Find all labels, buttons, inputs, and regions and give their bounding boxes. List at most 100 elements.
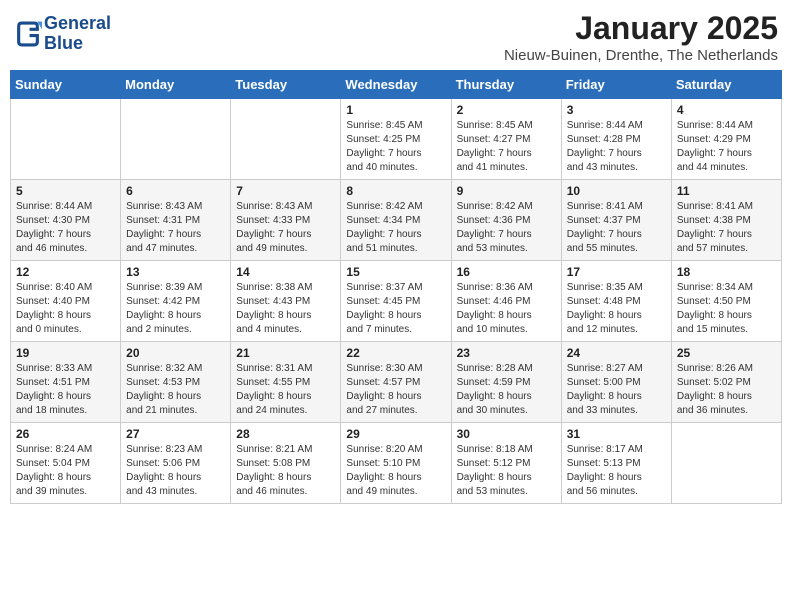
day-number: 31 xyxy=(567,427,666,441)
calendar-cell: 2Sunrise: 8:45 AM Sunset: 4:27 PM Daylig… xyxy=(451,99,561,180)
calendar-cell: 9 Sunrise: 8:42 AM Sunset: 4:36 PM Daylig… xyxy=(451,180,561,261)
calendar-week-row: 5 Sunrise: 8:44 AM Sunset: 4:30 PM Daylig… xyxy=(11,180,782,261)
day-number: 14 xyxy=(236,265,335,279)
day-number: 9 xyxy=(457,184,556,198)
calendar-cell: 31 Sunrise: 8:17 AM Sunset: 5:13 PM Dayli… xyxy=(561,423,671,504)
day-number: 30 xyxy=(457,427,556,441)
calendar-title: January 2025 xyxy=(504,10,778,47)
day-info: Sunrise: 8:20 AM Sunset: 5:10 PM Dayligh… xyxy=(346,443,445,499)
day-info: Sunrise: 8:44 AM Sunset: 4:29 PM Dayligh… xyxy=(677,119,776,175)
calendar-cell: 8 Sunrise: 8:42 AM Sunset: 4:34 PM Daylig… xyxy=(341,180,451,261)
day-number: 3 xyxy=(567,103,666,117)
day-number: 21 xyxy=(236,346,335,360)
calendar-cell: 14Sunrise: 8:38 AM Sunset: 4:43 PM Dayli… xyxy=(231,261,341,342)
day-number: 5 xyxy=(16,184,115,198)
day-info: Sunrise: 8:30 AM Sunset: 4:57 PM Dayligh… xyxy=(346,362,445,418)
day-info: Sunrise: 8:42 AM Sunset: 4:36 PM Dayligh… xyxy=(457,200,556,256)
calendar-cell: 11Sunrise: 8:41 AM Sunset: 4:38 PM Dayli… xyxy=(671,180,781,261)
day-info: Sunrise: 8:44 AM Sunset: 4:30 PM Dayligh… xyxy=(16,200,115,256)
day-number: 28 xyxy=(236,427,335,441)
day-info: Sunrise: 8:40 AM Sunset: 4:40 PM Dayligh… xyxy=(16,281,115,337)
calendar-cell: 4 Sunrise: 8:44 AM Sunset: 4:29 PM Daylig… xyxy=(671,99,781,180)
calendar-cell: 26 Sunrise: 8:24 AM Sunset: 5:04 PM Dayli… xyxy=(11,423,121,504)
day-number: 4 xyxy=(677,103,776,117)
day-info: Sunrise: 8:32 AM Sunset: 4:53 PM Dayligh… xyxy=(126,362,225,418)
calendar-cell: 16 Sunrise: 8:36 AM Sunset: 4:46 PM Dayli… xyxy=(451,261,561,342)
weekday-header-monday: Monday xyxy=(121,71,231,99)
day-number: 15 xyxy=(346,265,445,279)
day-number: 24 xyxy=(567,346,666,360)
calendar-cell xyxy=(11,99,121,180)
day-number: 13 xyxy=(126,265,225,279)
weekday-header-saturday: Saturday xyxy=(671,71,781,99)
calendar-cell: 15Sunrise: 8:37 AM Sunset: 4:45 PM Dayli… xyxy=(341,261,451,342)
day-number: 25 xyxy=(677,346,776,360)
calendar-cell: 13 Sunrise: 8:39 AM Sunset: 4:42 PM Dayli… xyxy=(121,261,231,342)
day-info: Sunrise: 8:39 AM Sunset: 4:42 PM Dayligh… xyxy=(126,281,225,337)
calendar-week-row: 26 Sunrise: 8:24 AM Sunset: 5:04 PM Dayli… xyxy=(11,423,782,504)
calendar-week-row: 12 Sunrise: 8:40 AM Sunset: 4:40 PM Dayli… xyxy=(11,261,782,342)
day-info: Sunrise: 8:41 AM Sunset: 4:38 PM Dayligh… xyxy=(677,200,776,256)
calendar-table: SundayMondayTuesdayWednesdayThursdayFrid… xyxy=(10,70,782,504)
day-number: 29 xyxy=(346,427,445,441)
calendar-cell: 28 Sunrise: 8:21 AM Sunset: 5:08 PM Dayli… xyxy=(231,423,341,504)
day-number: 26 xyxy=(16,427,115,441)
calendar-cell: 17Sunrise: 8:35 AM Sunset: 4:48 PM Dayli… xyxy=(561,261,671,342)
weekday-header-thursday: Thursday xyxy=(451,71,561,99)
logo-icon xyxy=(14,20,42,48)
day-number: 27 xyxy=(126,427,225,441)
day-info: Sunrise: 8:18 AM Sunset: 5:12 PM Dayligh… xyxy=(457,443,556,499)
calendar-cell: 29 Sunrise: 8:20 AM Sunset: 5:10 PM Dayli… xyxy=(341,423,451,504)
day-info: Sunrise: 8:21 AM Sunset: 5:08 PM Dayligh… xyxy=(236,443,335,499)
calendar-cell: 12 Sunrise: 8:40 AM Sunset: 4:40 PM Dayli… xyxy=(11,261,121,342)
calendar-cell: 5 Sunrise: 8:44 AM Sunset: 4:30 PM Daylig… xyxy=(11,180,121,261)
day-number: 6 xyxy=(126,184,225,198)
day-info: Sunrise: 8:24 AM Sunset: 5:04 PM Dayligh… xyxy=(16,443,115,499)
calendar-cell: 25Sunrise: 8:26 AM Sunset: 5:02 PM Dayli… xyxy=(671,342,781,423)
title-block: January 2025 Nieuw-Buinen, Drenthe, The … xyxy=(504,10,778,64)
calendar-week-row: 19Sunrise: 8:33 AM Sunset: 4:51 PM Dayli… xyxy=(11,342,782,423)
calendar-cell: 30 Sunrise: 8:18 AM Sunset: 5:12 PM Dayli… xyxy=(451,423,561,504)
weekday-header-row: SundayMondayTuesdayWednesdayThursdayFrid… xyxy=(11,71,782,99)
calendar-cell: 3Sunrise: 8:44 AM Sunset: 4:28 PM Daylig… xyxy=(561,99,671,180)
calendar-cell xyxy=(231,99,341,180)
day-info: Sunrise: 8:23 AM Sunset: 5:06 PM Dayligh… xyxy=(126,443,225,499)
calendar-cell: 21 Sunrise: 8:31 AM Sunset: 4:55 PM Dayli… xyxy=(231,342,341,423)
weekday-header-sunday: Sunday xyxy=(11,71,121,99)
day-info: Sunrise: 8:34 AM Sunset: 4:50 PM Dayligh… xyxy=(677,281,776,337)
calendar-subtitle: Nieuw-Buinen, Drenthe, The Netherlands xyxy=(504,47,778,64)
calendar-cell: 7 Sunrise: 8:43 AM Sunset: 4:33 PM Daylig… xyxy=(231,180,341,261)
calendar-cell: 6 Sunrise: 8:43 AM Sunset: 4:31 PM Daylig… xyxy=(121,180,231,261)
day-info: Sunrise: 8:17 AM Sunset: 5:13 PM Dayligh… xyxy=(567,443,666,499)
day-number: 7 xyxy=(236,184,335,198)
day-info: Sunrise: 8:36 AM Sunset: 4:46 PM Dayligh… xyxy=(457,281,556,337)
calendar-cell xyxy=(671,423,781,504)
day-number: 20 xyxy=(126,346,225,360)
day-number: 22 xyxy=(346,346,445,360)
day-number: 8 xyxy=(346,184,445,198)
calendar-cell: 19Sunrise: 8:33 AM Sunset: 4:51 PM Dayli… xyxy=(11,342,121,423)
calendar-cell: 24 Sunrise: 8:27 AM Sunset: 5:00 PM Dayli… xyxy=(561,342,671,423)
day-info: Sunrise: 8:31 AM Sunset: 4:55 PM Dayligh… xyxy=(236,362,335,418)
calendar-cell: 27 Sunrise: 8:23 AM Sunset: 5:06 PM Dayli… xyxy=(121,423,231,504)
day-info: Sunrise: 8:43 AM Sunset: 4:33 PM Dayligh… xyxy=(236,200,335,256)
calendar-cell: 22 Sunrise: 8:30 AM Sunset: 4:57 PM Dayli… xyxy=(341,342,451,423)
day-number: 18 xyxy=(677,265,776,279)
day-info: Sunrise: 8:45 AM Sunset: 4:25 PM Dayligh… xyxy=(346,119,445,175)
page-header: General Blue January 2025 Nieuw-Buinen, … xyxy=(10,10,782,64)
day-info: Sunrise: 8:43 AM Sunset: 4:31 PM Dayligh… xyxy=(126,200,225,256)
calendar-cell xyxy=(121,99,231,180)
logo: General Blue xyxy=(14,14,111,54)
weekday-header-tuesday: Tuesday xyxy=(231,71,341,99)
weekday-header-wednesday: Wednesday xyxy=(341,71,451,99)
day-info: Sunrise: 8:27 AM Sunset: 5:00 PM Dayligh… xyxy=(567,362,666,418)
calendar-cell: 18 Sunrise: 8:34 AM Sunset: 4:50 PM Dayli… xyxy=(671,261,781,342)
day-number: 16 xyxy=(457,265,556,279)
day-number: 12 xyxy=(16,265,115,279)
day-number: 1 xyxy=(346,103,445,117)
day-number: 23 xyxy=(457,346,556,360)
day-info: Sunrise: 8:28 AM Sunset: 4:59 PM Dayligh… xyxy=(457,362,556,418)
calendar-cell: 1 Sunrise: 8:45 AM Sunset: 4:25 PM Daylig… xyxy=(341,99,451,180)
day-info: Sunrise: 8:45 AM Sunset: 4:27 PM Dayligh… xyxy=(457,119,556,175)
day-info: Sunrise: 8:42 AM Sunset: 4:34 PM Dayligh… xyxy=(346,200,445,256)
